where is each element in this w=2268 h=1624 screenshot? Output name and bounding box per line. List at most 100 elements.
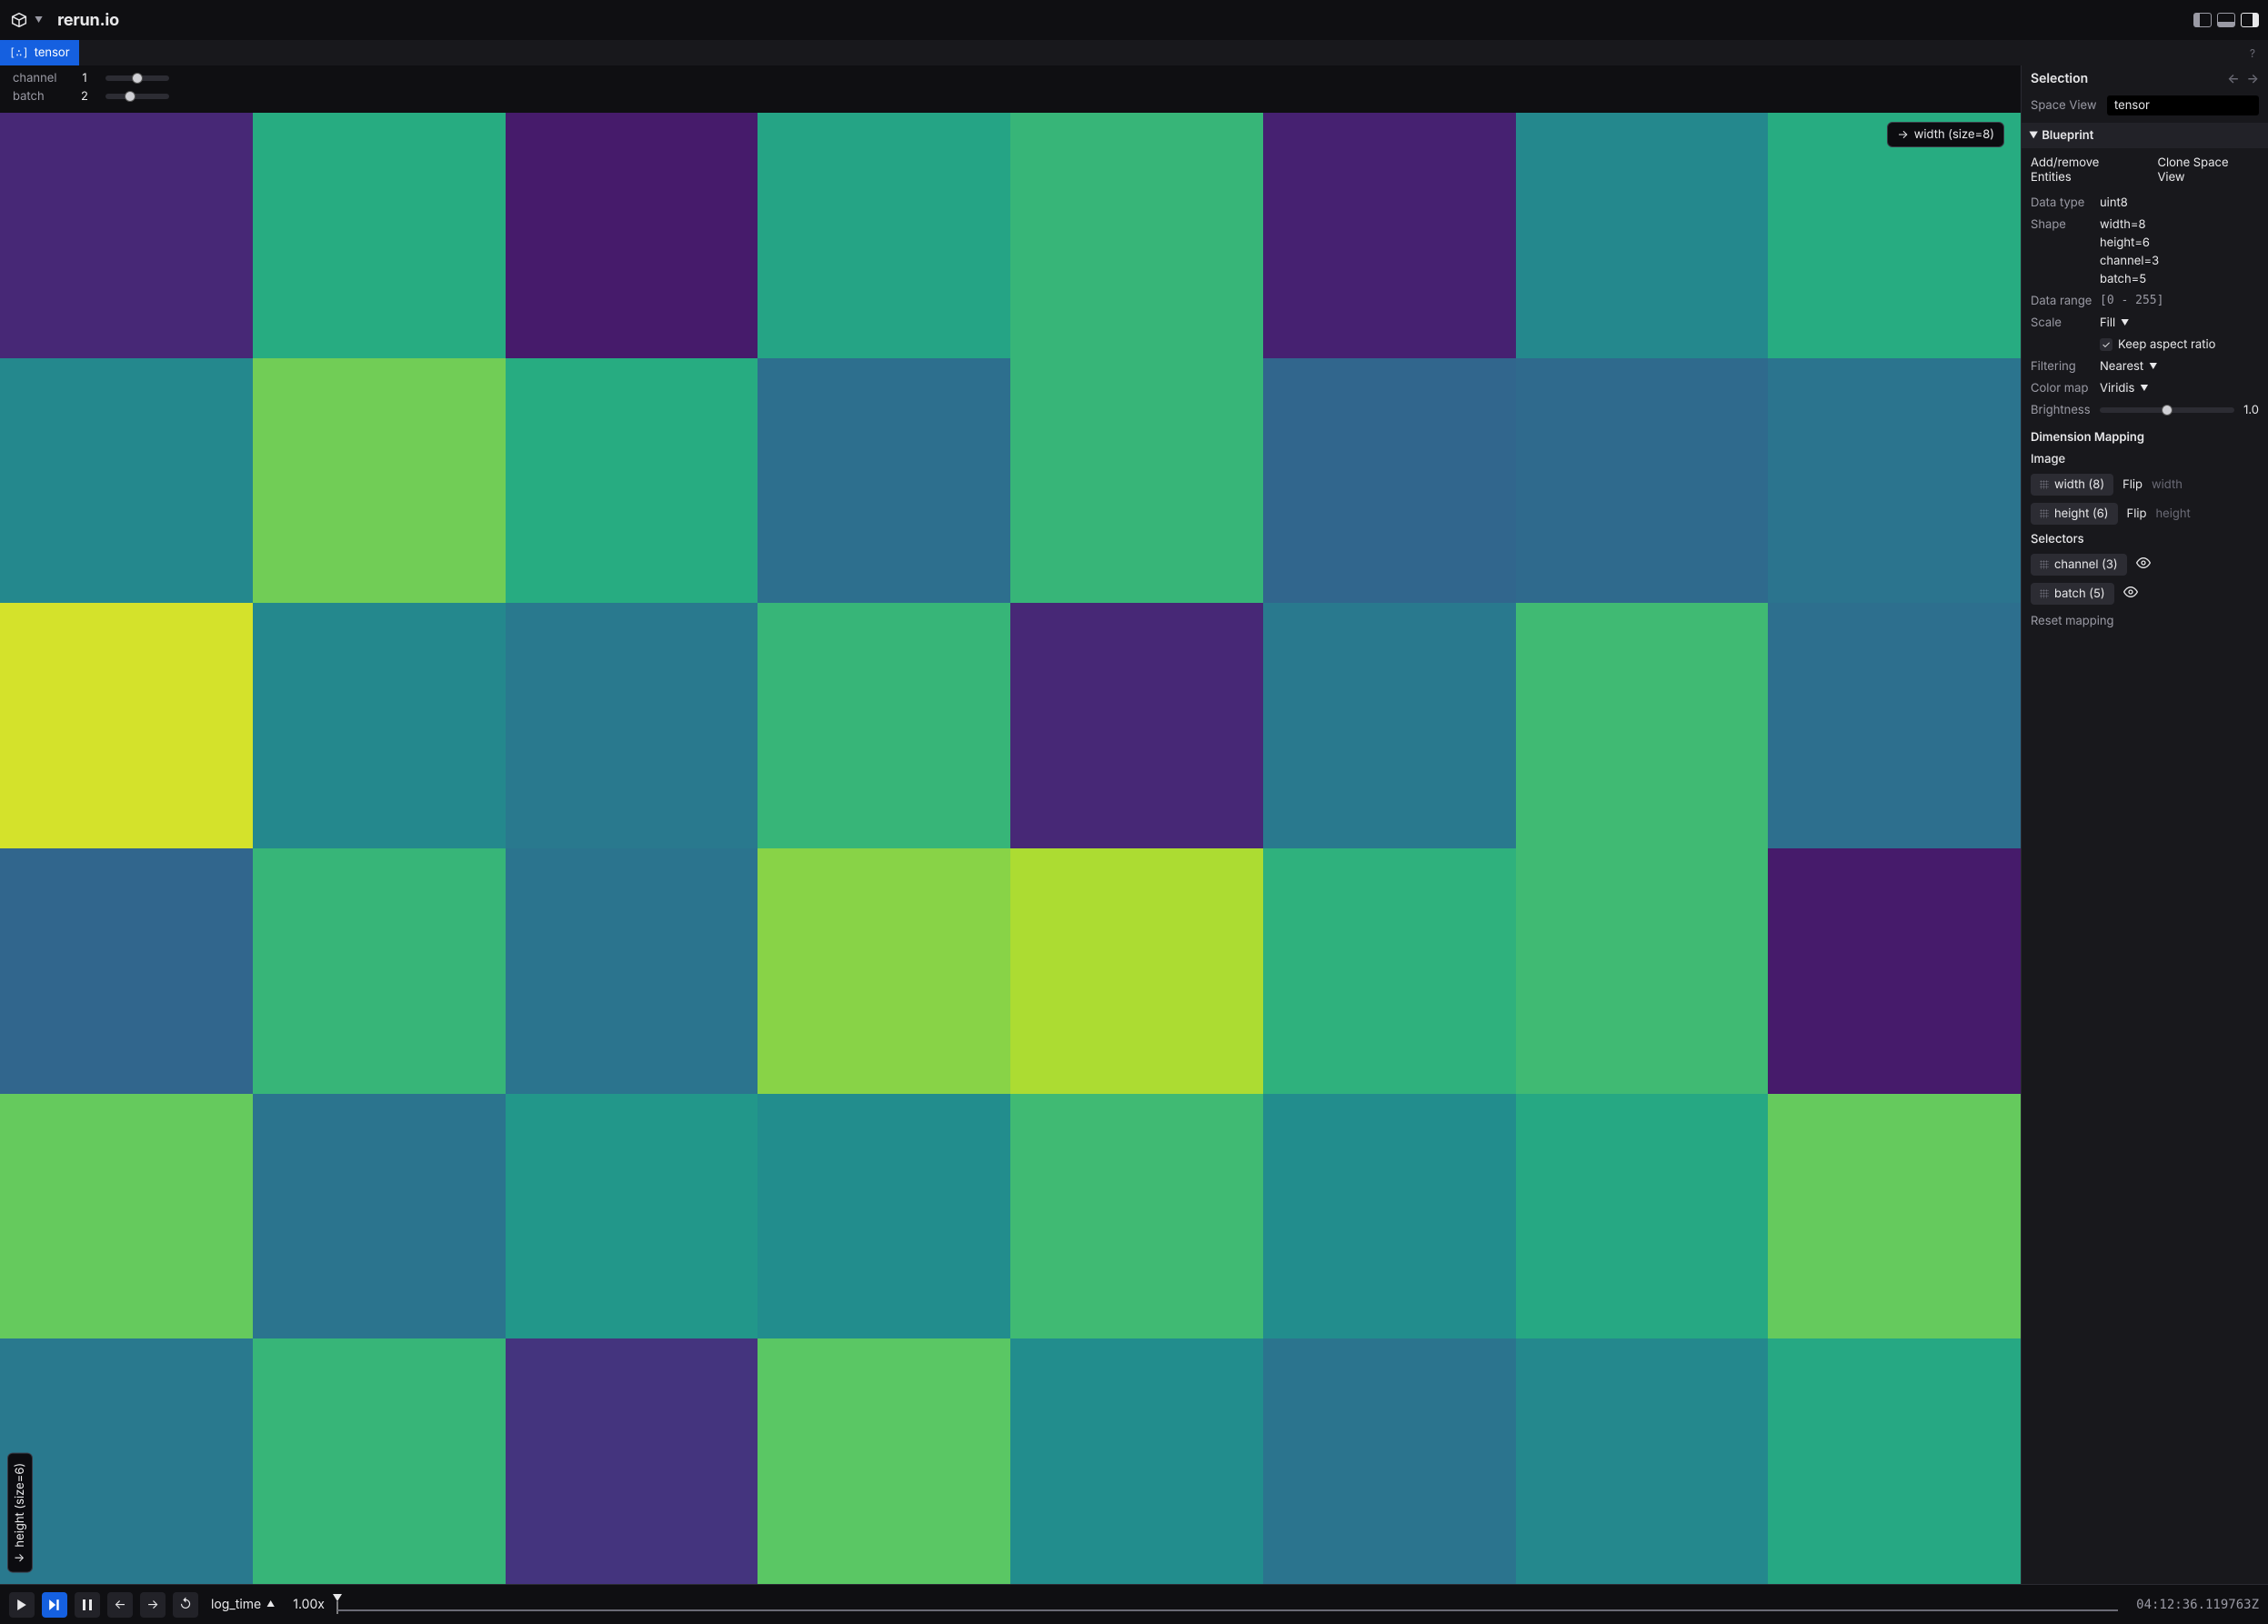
- keep-aspect-ratio-checkbox[interactable]: ✓ Keep aspect ratio: [2100, 337, 2215, 352]
- channel-selector-slider[interactable]: [105, 73, 169, 84]
- brightness-slider[interactable]: 1.0: [2100, 403, 2259, 417]
- channel-selector-label: channel: [13, 71, 64, 85]
- batch-visibility-toggle[interactable]: [2123, 585, 2138, 603]
- channel-visibility-toggle[interactable]: [2136, 556, 2151, 574]
- selection-history-back-button[interactable]: ←: [2227, 71, 2239, 86]
- shape-line: channel=3: [2100, 254, 2159, 268]
- heatmap-cell: [506, 358, 758, 604]
- heatmap-cell: [1010, 358, 1263, 604]
- chevron-down-icon: ▼: [2140, 384, 2148, 394]
- filtering-dropdown[interactable]: Nearest ▼: [2100, 359, 2157, 374]
- app-menu[interactable]: ▼: [9, 10, 43, 30]
- chevron-down-icon: ▼: [2149, 362, 2157, 372]
- pause-button[interactable]: [75, 1592, 100, 1618]
- channel-dimension-chip[interactable]: channel (3): [2031, 554, 2127, 576]
- tensor-heatmap[interactable]: [0, 113, 2021, 1584]
- toggle-right-panel-button[interactable]: [2241, 13, 2259, 27]
- dtype-label: Data type: [2031, 195, 2100, 210]
- scale-dropdown[interactable]: Fill ▼: [2100, 316, 2129, 330]
- heatmap-cell: [506, 848, 758, 1094]
- flip-width-button[interactable]: Flip: [2122, 477, 2143, 492]
- range-value: [0 - 255]: [2100, 294, 2163, 308]
- height-axis-hint: height: [2155, 506, 2190, 521]
- batch-dimension-chip[interactable]: batch (5): [2031, 583, 2114, 605]
- heatmap-cell: [253, 358, 506, 604]
- selection-history-forward-button[interactable]: →: [2247, 71, 2259, 86]
- selection-panel-title: Selection: [2031, 71, 2088, 86]
- heatmap-cell: [0, 113, 253, 358]
- space-view-name-input[interactable]: tensor: [2107, 95, 2259, 115]
- view-tab-bar: [∴] tensor ?: [0, 40, 2268, 65]
- heatmap-cell: [253, 113, 506, 358]
- heatmap-cell: [506, 603, 758, 848]
- chevron-down-icon: ▼: [2121, 318, 2129, 328]
- batch-selector-slider[interactable]: [105, 91, 169, 102]
- blueprint-section-header[interactable]: ▼ Blueprint: [2022, 123, 2268, 148]
- heatmap-cell: [1768, 1338, 2021, 1584]
- chevron-up-icon: ▲: [266, 1599, 275, 1609]
- add-remove-entities-link[interactable]: Add/remove Entities: [2031, 155, 2143, 185]
- heatmap-cell: [1516, 1338, 1769, 1584]
- heatmap-cell: [253, 1338, 506, 1584]
- heatmap-cell: [758, 1338, 1010, 1584]
- clone-space-view-link[interactable]: Clone Space View: [2157, 155, 2259, 185]
- step-back-button[interactable]: ←: [107, 1592, 133, 1618]
- arrow-down-icon: ↓: [13, 1553, 27, 1563]
- shape-label: Shape: [2031, 217, 2100, 286]
- heatmap-cell: [0, 603, 253, 848]
- colormap-dropdown[interactable]: Viridis ▼: [2100, 381, 2148, 396]
- play-button[interactable]: [9, 1592, 35, 1618]
- heatmap-cell: [1263, 1094, 1516, 1339]
- image-subheader: Image: [2022, 448, 2268, 470]
- colormap-label: Color map: [2031, 381, 2100, 396]
- height-dimension-chip[interactable]: height (6): [2031, 503, 2118, 525]
- heatmap-cell: [1263, 603, 1516, 848]
- heatmap-cell: [0, 1338, 253, 1584]
- heatmap-cell: [506, 1094, 758, 1339]
- loop-button[interactable]: ↺: [173, 1592, 198, 1618]
- heatmap-cell: [506, 1338, 758, 1584]
- axis-width-badge: → width (size=8): [1887, 122, 2004, 147]
- reset-mapping-link[interactable]: Reset mapping: [2022, 608, 2268, 634]
- tab-tensor[interactable]: [∴] tensor: [0, 40, 79, 65]
- heatmap-cell: [0, 848, 253, 1094]
- timeline-selector[interactable]: log_time ▲: [206, 1597, 280, 1612]
- filtering-label: Filtering: [2031, 359, 2100, 374]
- heatmap-cell: [1010, 113, 1263, 358]
- tensor-icon: [∴]: [9, 46, 29, 59]
- heatmap-cell: [253, 603, 506, 848]
- selection-panel: Selection ← → Space View tensor ▼ Bluepr…: [2021, 65, 2268, 1584]
- heatmap-cell: [1768, 848, 2021, 1094]
- heatmap-cell: [1768, 603, 2021, 848]
- grip-icon: [2040, 560, 2049, 569]
- axis-height-badge: ↓ height (size=6): [7, 1453, 33, 1573]
- heatmap-cell: [253, 848, 506, 1094]
- batch-selector-value: 2: [76, 89, 93, 104]
- heatmap-cell: [0, 1094, 253, 1339]
- step-forward-button[interactable]: →: [140, 1592, 166, 1618]
- width-axis-hint: width: [2152, 477, 2183, 492]
- heatmap-cell: [758, 848, 1010, 1094]
- heatmap-cell: [1516, 1094, 1769, 1339]
- timeline-scrubber[interactable]: [337, 1585, 2118, 1624]
- tab-label: tensor: [35, 45, 70, 60]
- heatmap-cell: [758, 113, 1010, 358]
- toggle-left-panel-button[interactable]: [2193, 13, 2212, 27]
- help-button[interactable]: ?: [2244, 46, 2261, 60]
- shape-line: height=6: [2100, 236, 2159, 250]
- heatmap-cell: [758, 603, 1010, 848]
- heatmap-cell: [758, 1094, 1010, 1339]
- heatmap-cell: [1516, 113, 1769, 358]
- heatmap-cell: [758, 358, 1010, 604]
- heatmap-cell: [1010, 1094, 1263, 1339]
- chevron-down-icon: ▼: [35, 15, 43, 25]
- playback-speed[interactable]: 1.00x: [287, 1597, 330, 1612]
- batch-selector-label: batch: [13, 89, 64, 104]
- heatmap-cell: [1263, 358, 1516, 604]
- heatmap-cell: [1516, 358, 1769, 604]
- follow-button[interactable]: [42, 1592, 67, 1618]
- flip-height-button[interactable]: Flip: [2127, 506, 2147, 521]
- width-dimension-chip[interactable]: width (8): [2031, 474, 2113, 496]
- toggle-bottom-panel-button[interactable]: [2217, 13, 2235, 27]
- brightness-label: Brightness: [2031, 403, 2100, 417]
